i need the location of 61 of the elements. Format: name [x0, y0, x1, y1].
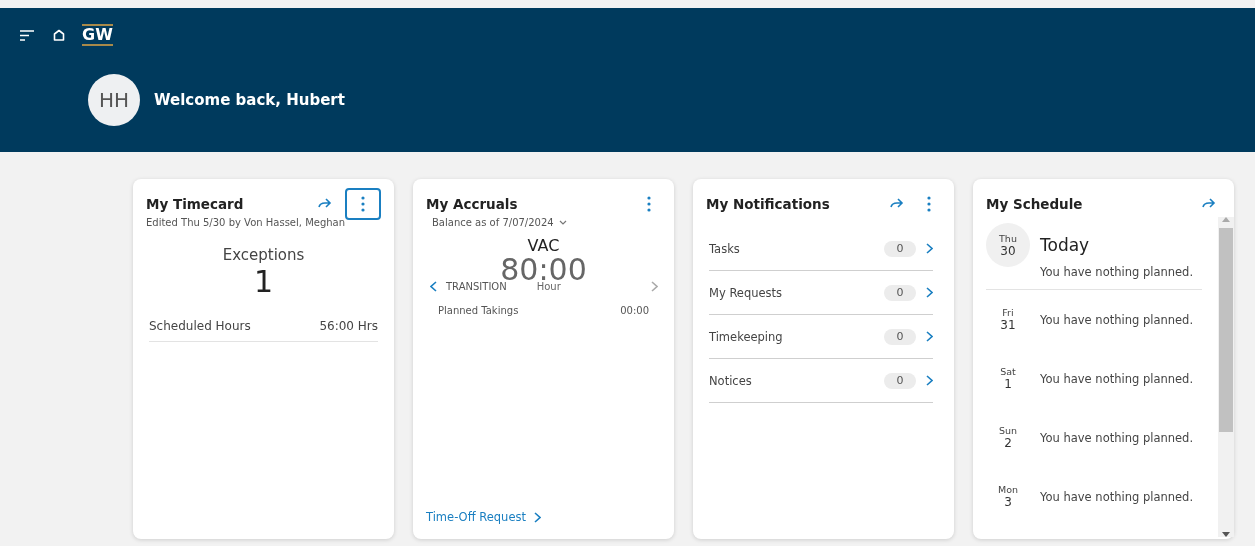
more-vertical-icon: [647, 196, 651, 212]
arrow-right-icon: [318, 198, 332, 210]
chevron-right-icon: [650, 280, 658, 292]
home-icon: [53, 29, 65, 41]
card-title: My Notifications: [706, 196, 831, 212]
more-vertical-icon: [361, 196, 365, 212]
notification-label[interactable]: Tasks: [709, 241, 740, 256]
unit-label: Hour: [536, 280, 561, 292]
day-number: 1: [1004, 377, 1012, 391]
scrollbar[interactable]: [1218, 217, 1234, 537]
count-badge: 0: [884, 328, 916, 345]
count-badge: 0: [884, 240, 916, 257]
arrow-right-icon: [890, 198, 904, 210]
card-title: My Accruals: [426, 196, 519, 212]
logo[interactable]: GW: [82, 24, 113, 46]
accrual-type-label: TRANSITION: [446, 280, 507, 292]
schedule-note: You have nothing planned.: [1040, 489, 1194, 504]
chevron-right-icon: [533, 511, 541, 523]
day-number: 3: [1004, 495, 1012, 509]
avatar[interactable]: HH: [88, 74, 140, 126]
hours-label: Scheduled Hours: [149, 319, 251, 333]
count-badge: 0: [884, 372, 916, 389]
balance-date-select[interactable]: Balance as of 7/07/2024: [426, 217, 661, 228]
menu-icon: [20, 29, 34, 41]
chevron-right-icon: [926, 375, 933, 386]
notification-label[interactable]: Timekeeping: [709, 329, 783, 344]
notification-label[interactable]: My Requests: [709, 285, 783, 300]
schedule-note: You have nothing planned.: [1040, 312, 1194, 327]
arrow-right-icon: [1202, 198, 1216, 210]
edited-text: Edited Thu 5/30 by Von Hassel, Meghan: [146, 217, 347, 228]
time-off-link[interactable]: Time-Off Request: [426, 510, 541, 524]
weekday-label: Sat: [1000, 366, 1016, 377]
schedule-note: You have nothing planned.: [1040, 371, 1194, 386]
card-title: My Schedule: [986, 196, 1084, 212]
weekday-label: Sun: [998, 425, 1018, 436]
scroll-down-icon[interactable]: [1222, 532, 1230, 537]
planned-value: 00:00: [620, 305, 649, 316]
count-badge: 0: [884, 284, 916, 301]
today-label: Today: [1040, 235, 1091, 255]
planned-label: Planned Takings: [438, 305, 519, 316]
weekday-label: Fri: [1002, 307, 1014, 318]
exceptions-count: 1: [253, 264, 274, 299]
chevron-right-icon: [926, 243, 933, 254]
date-badge: Thu 30: [986, 223, 1030, 267]
notification-label[interactable]: Notices: [709, 373, 752, 388]
exceptions-label: Exceptions: [222, 246, 305, 264]
chevron-right-icon: [926, 287, 933, 298]
welcome-text: Welcome back, Hubert: [154, 91, 345, 109]
chevron-right-icon: [926, 331, 933, 342]
more-button[interactable]: [345, 188, 381, 220]
schedule-note: You have nothing planned.: [1040, 265, 1194, 279]
chevron-left-icon: [429, 280, 437, 292]
more-vertical-icon: [927, 196, 931, 212]
day-number: 31: [1000, 318, 1016, 332]
weekday-label: Mon: [998, 484, 1018, 495]
hours-value: 56:00 Hrs: [319, 319, 378, 333]
chevron-down-icon: [558, 220, 567, 225]
schedule-note: You have nothing planned.: [1040, 430, 1194, 445]
accrual-code: VAC: [527, 236, 560, 255]
card-title: My Timecard: [146, 196, 245, 212]
day-number: 2: [1004, 436, 1012, 450]
